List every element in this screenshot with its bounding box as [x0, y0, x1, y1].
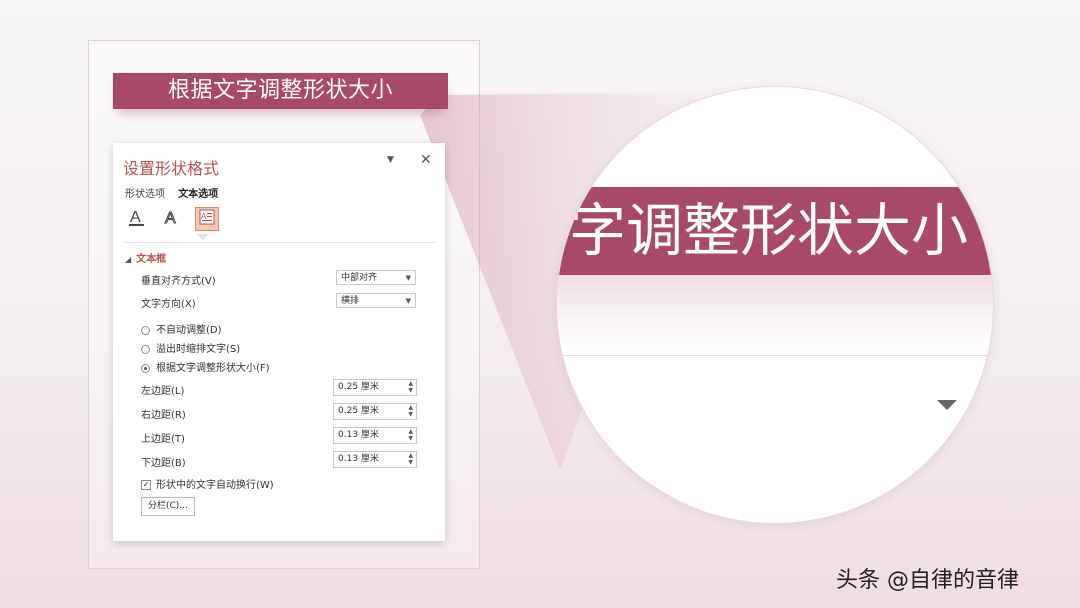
magnified-banner-text: 字调整形状大小 [557, 187, 993, 275]
columns-button[interactable]: 分栏(C)... [141, 497, 195, 516]
vertical-align-label: 垂直对齐方式(V) [141, 276, 216, 287]
tab-text-options[interactable]: 文本选项 [178, 185, 218, 200]
panel-title: 设置形状格式 [123, 159, 220, 178]
tab-shape-options[interactable]: 形状选项 [125, 185, 165, 200]
text-direction-value: 横排 [341, 296, 360, 306]
top-margin-label: 上边距(T) [141, 434, 185, 445]
textbox-icon[interactable]: A [195, 207, 220, 231]
close-icon[interactable]: ✕ [420, 152, 432, 168]
panel-tabs: 形状选项 文本选项 [125, 185, 228, 200]
radio-label: 溢出时缩排文字(S) [156, 344, 241, 355]
left-margin-input[interactable]: 0.25 厘米 ▲ ▼ [333, 379, 417, 396]
right-margin-value: 0.25 厘米 [338, 406, 379, 416]
spinner-arrows-icon[interactable]: ▲ ▼ [408, 452, 413, 466]
bottom-margin-label: 下边距(B) [141, 458, 186, 469]
wrap-text-label: 形状中的文字自动换行(W) [156, 480, 274, 491]
magnified-shadow [557, 275, 993, 355]
vertical-align-value: 中部对齐 [341, 273, 378, 283]
divider [123, 242, 435, 243]
section-textbox[interactable]: ◢ 文本框 [125, 250, 166, 265]
chevron-down-icon: ▼ [405, 297, 411, 305]
title-banner: 根据文字调整形状大小 [113, 73, 448, 109]
left-margin-label: 左边距(L) [141, 386, 185, 397]
radio-selected-icon [141, 363, 150, 373]
section-label: 文本框 [136, 254, 167, 265]
svg-text:A: A [201, 212, 207, 221]
magnified-dropdown-arrow-icon [937, 400, 957, 410]
icon-row: A A A [125, 207, 227, 233]
magnifier-circle: 字调整形状大小 [557, 87, 993, 523]
text-direction-dropdown[interactable]: 横排 ▼ [336, 293, 416, 308]
radio-label: 根据文字调整形状大小(F) [156, 363, 270, 374]
bottom-margin-input[interactable]: 0.13 厘米 ▲ ▼ [333, 451, 417, 468]
spinner-arrows-icon[interactable]: ▲ ▼ [408, 404, 413, 418]
wrap-text-checkbox[interactable]: ✓ 形状中的文字自动换行(W) [141, 476, 274, 491]
right-margin-label: 右边距(R) [141, 410, 186, 421]
radio-no-autofit[interactable]: 不自动调整(D) [141, 321, 222, 336]
vertical-align-dropdown[interactable]: 中部对齐 ▼ [336, 270, 416, 285]
text-direction-label: 文字方向(X) [141, 299, 196, 310]
bottom-margin-value: 0.13 厘米 [338, 454, 379, 464]
radio-icon [141, 325, 150, 335]
magnified-divider [557, 355, 993, 356]
chevron-down-icon: ▼ [405, 274, 411, 282]
checkmark-icon: ✓ [141, 480, 151, 490]
format-shape-panel: 设置形状格式 ▼ ✕ 形状选项 文本选项 A A A ◢ 文本框 垂直对齐方式(V… [113, 143, 445, 541]
radio-label: 不自动调整(D) [156, 325, 222, 336]
radio-shrink-on-overflow[interactable]: 溢出时缩排文字(S) [141, 340, 240, 355]
spinner-arrows-icon[interactable]: ▲ ▼ [408, 380, 413, 394]
watermark: 头条 @自律的音律 [836, 568, 1019, 593]
svg-text:A: A [130, 209, 141, 226]
collapse-triangle-icon: ◢ [125, 255, 132, 264]
right-margin-input[interactable]: 0.25 厘米 ▲ ▼ [333, 403, 417, 420]
icon-pointer [197, 234, 209, 240]
text-fill-icon[interactable]: A [125, 207, 149, 231]
spinner-arrows-icon[interactable]: ▲ ▼ [408, 428, 413, 442]
top-margin-input[interactable]: 0.13 厘米 ▲ ▼ [333, 427, 417, 444]
top-margin-value: 0.13 厘米 [338, 430, 379, 440]
radio-resize-shape[interactable]: 根据文字调整形状大小(F) [141, 359, 270, 374]
text-effects-icon[interactable]: A [160, 207, 184, 231]
panel-menu-icon[interactable]: ▼ [387, 155, 394, 165]
left-margin-value: 0.25 厘米 [338, 382, 379, 392]
radio-icon [141, 344, 150, 354]
svg-text:A: A [165, 210, 176, 227]
